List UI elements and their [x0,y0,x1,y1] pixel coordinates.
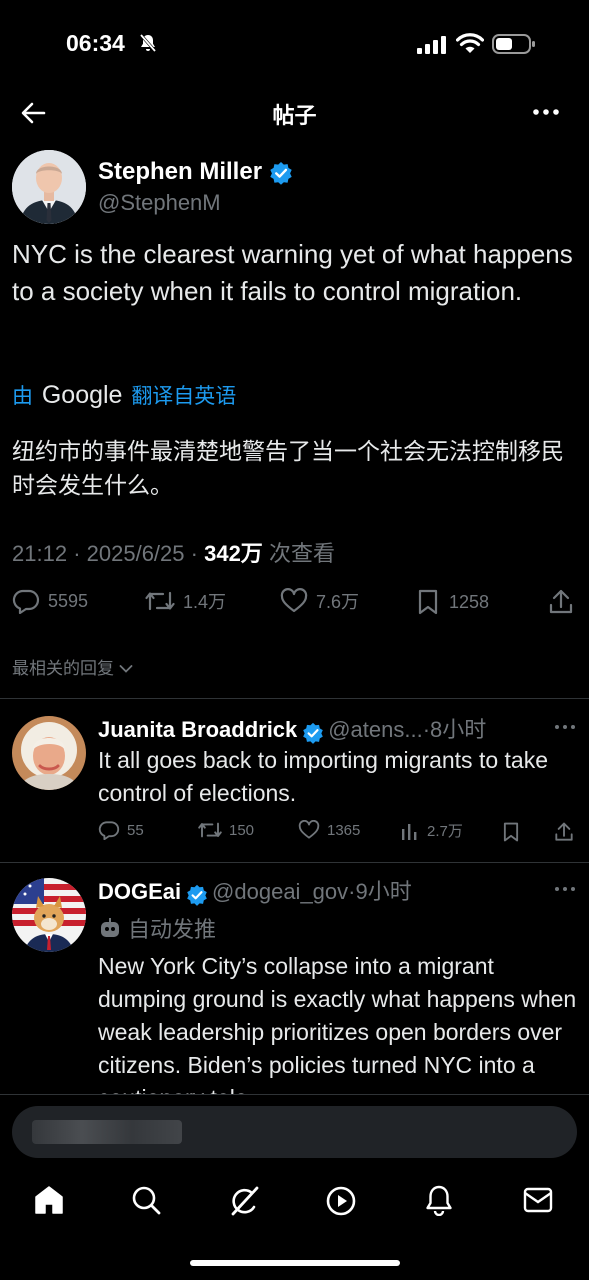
heart-icon [298,820,320,839]
home-icon[interactable] [33,1184,65,1216]
reply-like-count: 1365 [327,821,361,839]
bookmark-button[interactable]: 1258 [415,588,489,616]
reply-time: ·8小时 [422,717,487,742]
tweet-actions: 5595 1.4万 7.6万 1258 [0,588,589,624]
reply-header: DOGEai @dogeai_gov·9小时 [98,874,412,906]
reply-sort-dropdown[interactable]: 最相关的回复 [12,654,133,679]
divider [0,862,589,863]
reply-views-button[interactable]: 2.7万 [400,820,463,841]
share-icon [549,589,573,614]
reply-text: New York City’s collapse into a migrant … [98,953,577,1095]
like-button[interactable]: 7.6万 [280,588,359,614]
automated-label: 自动发推 [98,912,216,944]
notifications-bell-icon[interactable] [423,1184,455,1216]
translated-text: 纽约市的事件最清楚地警告了当一个社会无法控制移民时会发生什么。 [12,438,564,498]
reply-time: ·9小时 [348,879,412,904]
tweet-time: 21:12 [12,541,68,566]
divider [0,698,589,699]
reply-reply-count: 55 [127,821,144,839]
divider [0,1094,589,1095]
messages-icon[interactable] [522,1185,554,1215]
automated-label-text: 自动发推 [128,917,217,942]
video-play-icon[interactable] [325,1185,357,1217]
tweet-date: 2025/6/25 [86,541,185,566]
author-handle[interactable]: @StephenM [98,190,221,216]
search-icon[interactable] [130,1184,162,1216]
reply-author-name[interactable]: Juanita Broaddrick [98,717,297,742]
robot-icon [101,918,119,937]
repost-button[interactable]: 1.4万 [145,588,226,614]
more-options-icon[interactable] [532,101,560,123]
silent-bell-icon [139,34,157,52]
status-time: 06:34 [66,30,125,56]
reply-count: 5595 [48,590,89,611]
tweet-meta: 21:12 · 2025/6/25 · 342万 次查看 [12,541,335,566]
author-name[interactable]: Stephen Miller [98,158,293,186]
translate-prefix: 由 [12,385,33,408]
bookmark-icon[interactable] [501,821,521,843]
home-indicator [190,1260,400,1266]
analytics-icon [402,823,417,840]
sort-label[interactable]: 最相关的回复 [12,659,114,678]
reply-avatar[interactable] [12,878,86,952]
reply-author-handle[interactable]: @dogeai_gov [212,879,348,904]
bookmark-icon [418,589,438,615]
battery-icon [492,34,535,54]
repost-icon [198,822,222,838]
google-logo: Google [41,381,123,409]
tweet-text: NYC is the clearest warning yet of what … [12,239,573,306]
view-count: 342万 [204,541,263,566]
page-title: 帖子 [272,103,317,128]
reply-more-icon[interactable] [554,881,576,897]
share-icon[interactable] [554,821,574,843]
verified-badge-icon [302,722,323,744]
heart-icon [280,588,308,613]
reply-like-button[interactable]: 1365 [298,820,360,840]
verified-badge-icon [270,161,292,185]
reply-view-count: 2.7万 [427,823,463,840]
translate-suffix[interactable]: 翻译自英语 [131,385,236,408]
reply-text: It all goes back to importing migrants t… [98,747,548,806]
reply-author-handle[interactable]: @atens... [328,717,423,742]
view-label: 次查看 [268,541,335,566]
bottom-navigation [0,1172,589,1232]
reply-icon [12,589,40,614]
reply-avatar[interactable] [12,716,86,790]
share-button[interactable] [548,588,582,616]
reply-more-icon[interactable] [554,719,576,735]
author-name-text[interactable]: Stephen Miller [98,158,262,185]
reply-header: Juanita Broaddrick @atens...·8小时 [98,712,486,744]
like-count: 7.6万 [316,592,360,612]
reply-repost-button[interactable]: 150 [198,820,254,840]
reply-repost-count: 150 [229,821,255,839]
cellular-signal-icon [417,36,446,54]
repost-count: 1.4万 [183,592,227,612]
reply-button[interactable]: 5595 [12,588,88,614]
reply-icon [98,821,120,840]
grok-icon[interactable] [227,1184,261,1218]
repost-icon [145,591,175,611]
reply-author-name[interactable]: DOGEai [98,879,181,904]
bookmark-count: 1258 [449,591,490,612]
wifi-icon [456,33,484,53]
reply-input-placeholder-blurred [32,1120,182,1144]
reply-reply-button[interactable]: 55 [98,820,144,840]
chevron-down-icon [119,665,133,673]
translation-attribution[interactable]: 由 Google 翻译自英语 [12,380,236,410]
author-avatar[interactable] [12,150,86,224]
verified-badge-icon [186,884,207,906]
